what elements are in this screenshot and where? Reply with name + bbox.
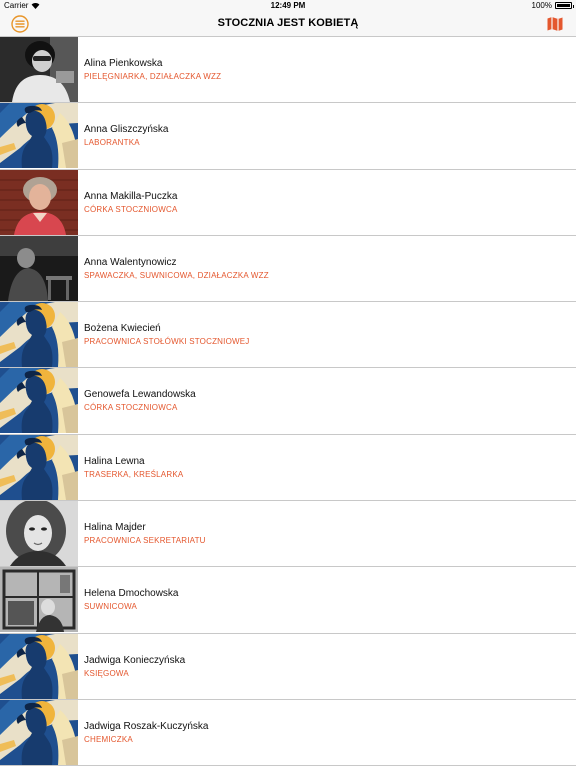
map-icon [547,17,563,31]
app-screen: Carrier 12:49 PM 100% STOCZNIA JEST KOBI… [0,0,576,768]
list-item[interactable]: Helena Dmochowska SUWNICOWA [0,567,576,634]
women-list[interactable]: Alina Pienkowska PIELĘGNIARKA, DZIAŁACZK… [0,37,576,768]
portrait-image [0,368,78,434]
portrait-thumbnail [0,235,78,301]
list-item[interactable]: Bożena Kwiecień PRACOWNICA STOŁÓWKI STOC… [0,302,576,369]
list-item[interactable]: Jadwiga Konieczyńska KSIĘGOWA [0,633,576,700]
battery-indicator: 100% [531,1,574,10]
woman-role: LABORANTKA [84,138,140,148]
list-item[interactable]: Jadwiga Roszak-Kuczyńska CHEMICZKA [0,699,576,767]
woman-role: SPAWACZKA, SUWNICOWA, DZIAŁACZKA WZZ [84,270,269,280]
woman-role: CÓRKA STOCZNIOWCA [84,204,178,214]
portrait-image [0,699,78,765]
list-item[interactable]: Genowefa Lewandowska CÓRKA STOCZNIOWCA [0,368,576,435]
woman-name: Halina Majder [84,522,146,534]
portrait-thumbnail [0,103,78,169]
battery-percent: 100% [531,1,552,10]
portrait-image [0,235,78,301]
portrait-image [0,169,78,235]
portrait-thumbnail [0,501,78,567]
list-item-text: Alina Pienkowska PIELĘGNIARKA, DZIAŁACZK… [84,57,221,83]
list-item-text: Halina Lewna TRASERKA, KREŚLARKA [84,455,183,481]
portrait-thumbnail [0,37,78,102]
page-title: STOCZNIA JEST KOBIETĄ [217,17,359,29]
woman-name: Bożena Kwiecień [84,323,161,335]
list-item-text: Bożena Kwiecień PRACOWNICA STOŁÓWKI STOC… [84,322,249,348]
list-item[interactable]: Anna Gliszczyńska LABORANTKA [0,103,576,170]
woman-role: CHEMICZKA [84,734,133,744]
list-item-text: Helena Dmochowska SUWNICOWA [84,587,179,613]
battery-icon [555,2,574,9]
portrait-image [0,434,78,500]
status-bar: Carrier 12:49 PM 100% [0,0,576,12]
woman-role: PRACOWNICA SEKRETARIATU [84,536,206,546]
woman-name: Anna Makilla-Puczka [84,190,178,202]
woman-role: PRACOWNICA STOŁÓWKI STOCZNIOWEJ [84,337,250,347]
woman-name: Genowefa Lewandowska [84,389,196,401]
list-item[interactable]: Halina Majder PRACOWNICA SEKRETARIATU [0,501,576,568]
status-time: 12:49 PM [270,1,306,10]
woman-role: PIELĘGNIARKA, DZIAŁACZKA WZZ [84,72,222,81]
woman-role: SUWNICOWA [84,602,138,612]
portrait-image [0,302,78,368]
list-item[interactable]: Anna Walentynowicz SPAWACZKA, SUWNICOWA,… [0,235,576,303]
portrait-thumbnail [0,567,78,633]
portrait-thumbnail [0,699,78,765]
portrait-thumbnail [0,169,78,235]
list-item[interactable]: Alina Pienkowska PIELĘGNIARKA, DZIAŁACZK… [0,37,576,104]
portrait-thumbnail [0,434,78,500]
portrait-image [0,501,78,567]
list-item-text: Jadwiga Roszak-Kuczyńska CHEMICZKA [84,720,209,746]
list-item-text: Jadwiga Konieczyńska KSIĘGOWA [84,654,185,680]
woman-role: CÓRKA STOCZNIOWCA [84,403,178,413]
list-item-text: Anna Makilla-Puczka CÓRKA STOCZNIOWCA [84,190,177,216]
list-item-text: Genowefa Lewandowska CÓRKA STOCZNIOWCA [84,388,196,414]
portrait-thumbnail [0,368,78,434]
portrait-image [0,37,78,102]
portrait-image [0,103,78,169]
list-item-text: Halina Majder PRACOWNICA SEKRETARIATU [84,521,206,547]
battery-fill [557,4,570,7]
woman-role: TRASERKA, KREŚLARKA [84,469,184,479]
woman-role: KSIĘGOWA [84,668,129,678]
woman-name: Alina Pienkowska [84,58,163,69]
woman-name: Halina Lewna [84,455,145,467]
portrait-thumbnail [0,633,78,699]
woman-name: Jadwiga Roszak-Kuczyńska [84,720,209,732]
woman-name: Anna Gliszczyńska [84,124,169,136]
map-button[interactable] [546,15,564,33]
list-item[interactable]: Anna Makilla-Puczka CÓRKA STOCZNIOWCA [0,169,576,236]
list-item-text: Anna Walentynowicz SPAWACZKA, SUWNICOWA,… [84,256,269,282]
woman-name: Jadwiga Konieczyńska [84,654,186,666]
woman-name: Anna Walentynowicz [84,256,177,268]
woman-name: Helena Dmochowska [84,588,179,600]
portrait-image [0,633,78,699]
portrait-image [0,567,78,633]
navigation-bar: STOCZNIA JEST KOBIETĄ [0,12,576,37]
list-item-text: Anna Gliszczyńska LABORANTKA [84,123,168,149]
portrait-thumbnail [0,302,78,368]
list-item[interactable]: Halina Lewna TRASERKA, KREŚLARKA [0,434,576,502]
